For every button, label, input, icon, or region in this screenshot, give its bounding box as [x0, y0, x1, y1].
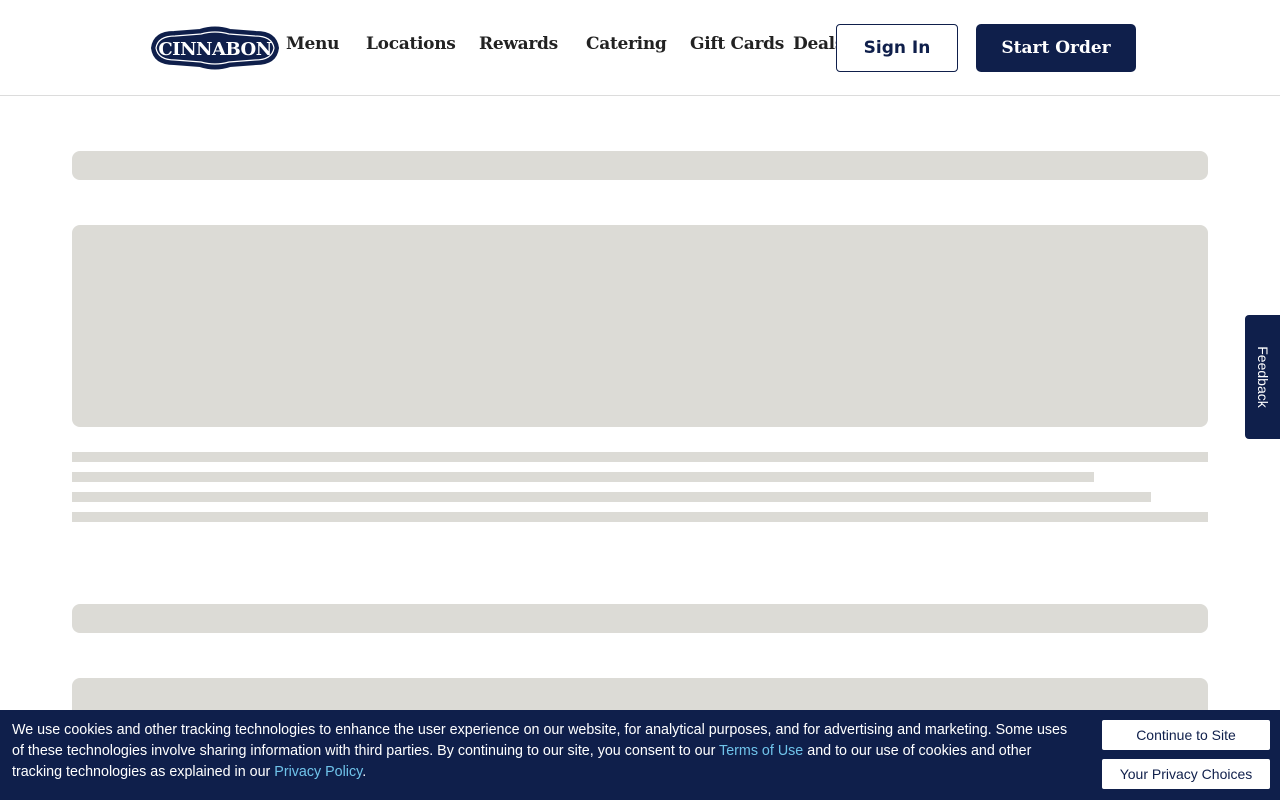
sign-in-button[interactable]: Sign In [836, 24, 958, 72]
skeleton-text-line [72, 492, 1151, 502]
cookie-text-part: . [362, 764, 367, 780]
nav-rewards[interactable]: Rewards [479, 34, 558, 54]
skeleton-title [72, 151, 1208, 180]
privacy-choices-button[interactable]: Your Privacy Choices [1102, 759, 1270, 789]
feedback-tab[interactable]: Feedback [1245, 315, 1280, 439]
cookie-message: We use cookies and other tracking techno… [12, 720, 1077, 783]
logo-text: CINNABON [158, 39, 271, 60]
feedback-label: Feedback [1254, 346, 1271, 408]
privacy-policy-link[interactable]: Privacy Policy [274, 764, 362, 780]
skeleton-title [72, 604, 1208, 633]
start-order-button[interactable]: Start Order [976, 24, 1136, 72]
nav-locations[interactable]: Locations [366, 34, 456, 54]
terms-of-use-link[interactable]: Terms of Use [719, 743, 803, 759]
skeleton-text-line [72, 512, 1208, 522]
skeleton-text-line [72, 452, 1208, 462]
skeleton-text-line [72, 472, 1094, 482]
nav-gift-cards[interactable]: Gift Cards [690, 34, 784, 54]
skeleton-image [72, 225, 1208, 427]
continue-to-site-button[interactable]: Continue to Site [1102, 720, 1270, 750]
nav-menu[interactable]: Menu [286, 34, 339, 54]
cinnabon-logo[interactable]: CINNABON [144, 24, 286, 72]
site-header: CINNABON Menu Locations Rewards Catering… [0, 0, 1280, 96]
nav-catering[interactable]: Catering [586, 34, 667, 54]
cookie-banner: We use cookies and other tracking techno… [0, 710, 1280, 800]
